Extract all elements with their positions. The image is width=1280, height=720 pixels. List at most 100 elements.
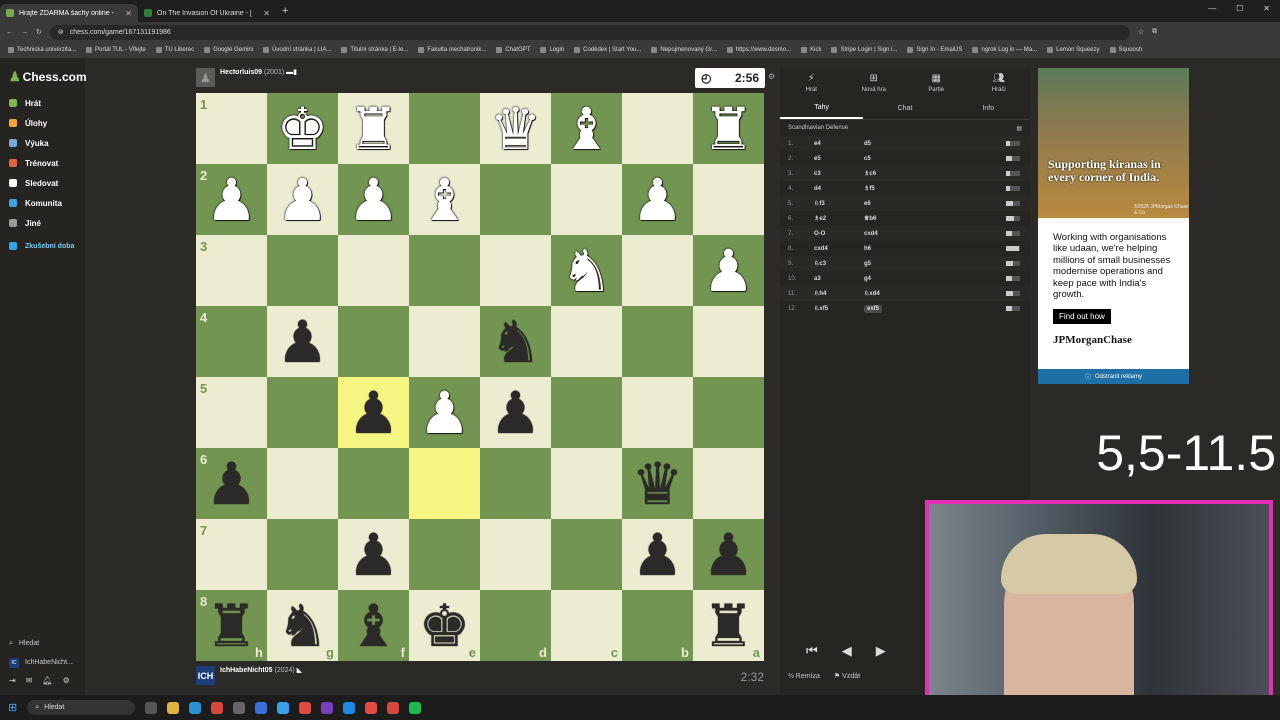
bookmark-item[interactable]: Titulní stránka | E-le... [341,47,408,53]
white-pawn-icon[interactable]: ♟ [632,171,684,229]
board-square[interactable] [693,164,764,235]
black-move[interactable]: h6 [864,246,914,252]
minimize-icon[interactable]: — [1208,4,1216,13]
board-settings-gear-icon[interactable]: ⚙ [768,72,775,81]
black-move[interactable]: c5 [864,156,914,162]
app-icon[interactable] [255,701,268,714]
white-pawn-icon[interactable]: ♟ [419,384,471,442]
book-icon[interactable]: ▤ [1016,125,1022,132]
board-square[interactable]: ♞ [480,306,551,377]
board-square[interactable] [267,448,338,519]
board-square[interactable] [622,93,693,164]
black-move[interactable]: ♕b6 [864,215,914,222]
board-square[interactable] [551,448,622,519]
board-square[interactable]: f ♝ [338,590,409,661]
board-square[interactable] [693,377,764,448]
reload-icon[interactable]: ↻ [36,28,42,36]
board-square[interactable] [409,448,480,519]
black-move[interactable]: ♗c6 [864,170,914,177]
white-move[interactable]: O-O [814,231,864,237]
black-pawn-icon[interactable]: ♟ [703,526,755,584]
white-bishop-icon[interactable]: ♝ [419,171,471,229]
white-move[interactable]: d4 [814,186,864,192]
board-square[interactable]: 4 [196,306,267,377]
url-input[interactable]: ⊜ chess.com/game/167131191986 [49,24,1130,40]
extensions-icon[interactable]: ⧉ [1152,28,1157,36]
board-square[interactable] [267,235,338,306]
board-square[interactable] [551,306,622,377]
resign-button[interactable]: ⚑ Vzdát [834,672,860,680]
sidebar-item[interactable]: Trénovat [0,153,85,173]
black-knight-icon[interactable]: ♞ [277,597,329,655]
new-tab-button[interactable]: + [276,5,294,17]
bookmark-item[interactable]: Kick [801,47,821,53]
board-square[interactable]: 8 h ♜ [196,590,267,661]
windows-start-icon[interactable]: ⊞ [8,701,17,714]
white-pawn-icon[interactable]: ♟ [277,171,329,229]
edge-icon[interactable] [189,701,202,714]
board-square[interactable]: ♟ [622,519,693,590]
bookmark-item[interactable]: Úvodní stránka | LIA... [263,47,331,53]
draw-button[interactable]: ½ Remíza [788,673,820,680]
app-icon[interactable] [387,701,400,714]
bell-icon[interactable]: 🔔︎ [42,676,52,685]
white-queen-icon[interactable]: ♛ [490,100,542,158]
black-move[interactable]: ♗f5 [864,185,914,192]
board-square[interactable]: ♟ [338,519,409,590]
black-move[interactable]: g5 [864,261,914,267]
white-rook-icon[interactable]: ♜ [348,100,400,158]
file-explorer-icon[interactable] [167,701,180,714]
board-square[interactable]: ♜ [338,93,409,164]
sidebar-item[interactable]: Hrát [0,93,85,113]
opening-label[interactable]: Scandinavian Defense [788,125,848,131]
top-player-name[interactable]: Hectorluis09 [220,69,262,76]
board-square[interactable]: ♟ [267,164,338,235]
board-square[interactable]: ♟ [338,164,409,235]
sidebar-item[interactable]: Zkušební doba [0,233,85,259]
white-move[interactable]: e4 [814,141,864,147]
board-square[interactable]: 5 [196,377,267,448]
white-pawn-icon[interactable]: ♟ [206,171,258,229]
board-square[interactable]: ♞ [551,235,622,306]
chrome-icon[interactable] [299,701,312,714]
board-square[interactable] [551,164,622,235]
board-square[interactable] [693,306,764,377]
previous-move-icon[interactable]: ◀ [842,643,852,659]
black-rook-icon[interactable]: ♜ [206,597,258,655]
black-king-icon[interactable]: ♚ [419,597,471,655]
close-tab-icon[interactable]: ✕ [125,9,132,18]
board-square[interactable]: ♟ [267,306,338,377]
board-square[interactable]: g ♞ [267,590,338,661]
white-move[interactable]: ♘xf5 [814,305,864,312]
bookmark-item[interactable]: Nepojmenovaný Gr... [651,47,717,53]
chess-board[interactable]: 1 ♚ ♜ ♛ ♝ ♜ 2 ♟ ♟ ♟ ♝ ♟ 3 ♞ ♟ 4 ♟ ♞ 5 ♟ ♟ ♟ 6 ♟ ♛ 7 ♟ ♟ ♟ 8 h ♜ g ♞ f ♝ e ♚ d c… [196,93,764,661]
app-icon[interactable] [211,701,224,714]
white-move[interactable]: a3 [814,276,864,282]
board-square[interactable]: ♚ [267,93,338,164]
avatar[interactable]: ♟ [196,68,215,87]
next-move-icon[interactable]: ▶ [876,643,886,659]
board-square[interactable] [409,519,480,590]
board-square[interactable] [338,306,409,377]
app-icon[interactable] [233,701,246,714]
bottom-player-name[interactable]: IchHabeNicht05 [220,667,273,674]
bookmark-item[interactable]: Technická univerzita... [8,47,76,53]
bookmark-item[interactable]: Fakulta mechatronik... [418,47,486,53]
board-square[interactable] [551,519,622,590]
board-square[interactable] [267,519,338,590]
white-move[interactable]: cxd4 [814,246,864,252]
black-pawn-icon[interactable]: ♟ [490,384,542,442]
board-square[interactable] [480,235,551,306]
bookmark-item[interactable]: ngrok Log in — Ma... [972,47,1037,53]
black-pawn-icon[interactable]: ♟ [348,384,400,442]
board-square[interactable]: ♛ [622,448,693,519]
bookmark-item[interactable]: Lemon Squeezy [1047,47,1100,53]
bookmark-item[interactable]: ChatGPT [496,47,530,53]
avatar[interactable]: ICH [196,666,215,685]
bookmark-star-icon[interactable]: ☆ [1138,28,1144,36]
tab-games[interactable]: ▦ Partie [905,68,968,98]
white-pawn-icon[interactable]: ♟ [703,242,755,300]
board-square[interactable] [622,377,693,448]
board-square[interactable] [622,306,693,377]
board-square[interactable]: 2 ♟ [196,164,267,235]
